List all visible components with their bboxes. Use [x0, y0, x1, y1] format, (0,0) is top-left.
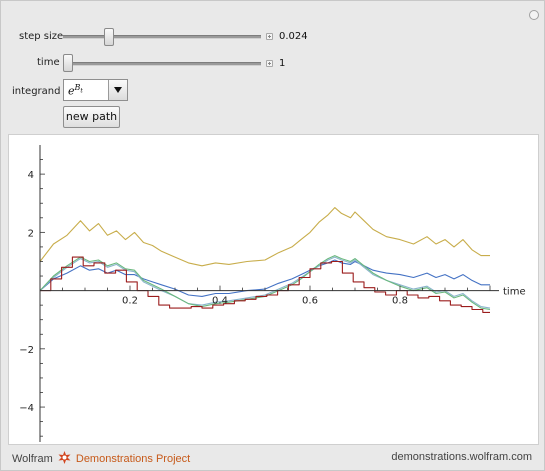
x-tick-label: 0.2	[122, 296, 138, 307]
y-tick-label: 2	[28, 228, 34, 239]
time-label: time	[37, 57, 60, 68]
time-slider-thumb[interactable]	[63, 54, 73, 72]
demonstration-frame: step size 0.024 time 1 integrand eBt new…	[0, 0, 545, 471]
y-tick-label: −4	[19, 403, 34, 414]
chevron-down-icon[interactable]	[108, 80, 127, 100]
step-size-label: step size	[19, 31, 64, 42]
time-value: 1	[279, 58, 286, 69]
chart: 0.2 0.4 0.6 0.8 −4 −2 2 4 time	[19, 145, 526, 442]
x-tick-label: 0.4	[212, 296, 228, 307]
series-line-0	[39, 207, 490, 267]
footer-branding[interactable]: Wolfram Demonstrations Project	[12, 451, 190, 465]
step-size-value: 0.024	[279, 31, 308, 42]
integrand-select[interactable]: eBt	[63, 79, 128, 101]
plot-panel: 0.2 0.4 0.6 0.8 −4 −2 2 4 time	[8, 134, 539, 445]
x-tick-label: 0.8	[392, 296, 408, 307]
step-size-slider-track[interactable]	[63, 35, 261, 39]
step-size-slider-thumb[interactable]	[104, 28, 115, 46]
footer-url[interactable]: demonstrations.wolfram.com	[391, 451, 532, 463]
series-line-2	[39, 256, 491, 309]
step-size-plus-icon[interactable]	[266, 33, 273, 40]
spikey-logo-icon	[58, 451, 71, 464]
x-axis-label: time	[503, 287, 526, 298]
time-slider-track[interactable]	[63, 62, 261, 66]
x-tick-label: 0.6	[302, 296, 318, 307]
series-line-3	[39, 255, 491, 311]
y-tick-label: −2	[19, 345, 34, 356]
integrand-selected-value: eBt	[68, 83, 83, 98]
integrand-label: integrand	[12, 86, 61, 97]
y-tick-label: 4	[28, 170, 34, 181]
time-plus-icon[interactable]	[266, 60, 273, 67]
wolfram-brand: Wolfram	[12, 453, 53, 465]
options-plus-icon[interactable]	[529, 10, 539, 20]
integrand-sub: t	[80, 87, 83, 95]
new-path-button[interactable]: new path	[63, 106, 120, 128]
demonstrations-project-link: Demonstrations Project	[75, 453, 191, 465]
